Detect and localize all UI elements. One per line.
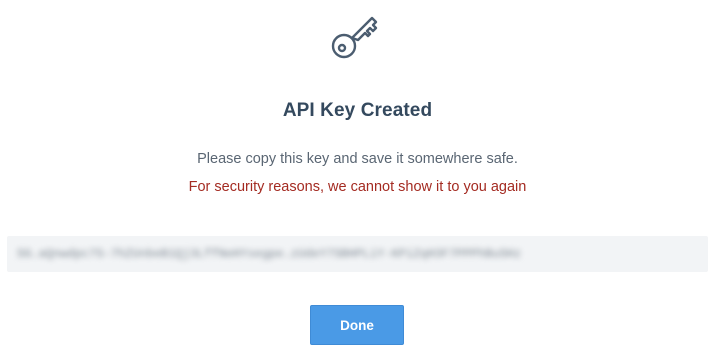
security-warning: For security reasons, we cannot show it … [188, 179, 527, 195]
api-key-created-dialog: API Key Created Please copy this key and… [0, 0, 715, 354]
done-button[interactable]: Done [310, 305, 404, 345]
key-icon [328, 8, 386, 64]
dialog-subtitle: Please copy this key and save it somewhe… [197, 151, 518, 167]
dialog-title: API Key Created [282, 100, 433, 121]
api-key-field[interactable]: SG.aQnwdpc7S-7hZUnbeB1Qj3LffNeHYsegpe.zU… [7, 236, 708, 272]
api-key-value[interactable]: SG.aQnwdpc7S-7hZUnbeB1Qj3LffNeHYsegpe.zU… [7, 236, 708, 272]
